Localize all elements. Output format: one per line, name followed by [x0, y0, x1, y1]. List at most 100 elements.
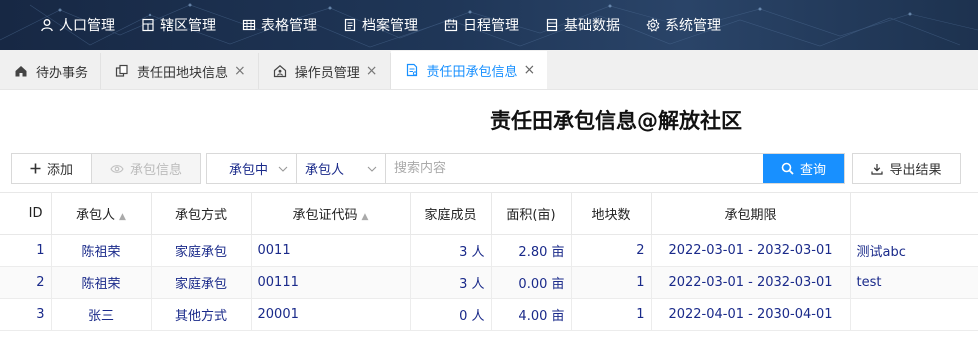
cell-note	[850, 298, 978, 331]
cell-plot-count: 1	[571, 298, 652, 331]
file-icon	[343, 18, 357, 32]
nav-item-district[interactable]: 辖区管理	[141, 15, 216, 35]
calendar-icon	[444, 18, 458, 32]
query-button[interactable]: 查询	[763, 154, 844, 183]
cell-note: 测试abc	[850, 234, 978, 267]
cell-id: 2	[0, 266, 52, 299]
column-header-contractor[interactable]: 承包人 ▲	[51, 192, 152, 235]
building-icon	[141, 18, 155, 32]
tab-contract-info[interactable]: 责任田承包信息 ×	[390, 51, 548, 89]
cell-contract-period: 2022-03-01 - 2032-03-01	[651, 234, 851, 267]
cell-contractor: 张三	[51, 298, 152, 331]
cell-id: 3	[0, 298, 52, 331]
cell-area: 2.80 亩	[491, 234, 572, 267]
toolbar: 添加 承包信息 承包中 承包人 查询	[0, 152, 978, 188]
nav-item-label: 表格管理	[261, 18, 317, 34]
nav-item-schedule[interactable]: 日程管理	[444, 15, 519, 35]
nav-item-archives[interactable]: 档案管理	[343, 15, 418, 35]
sort-icon[interactable]: ▲	[362, 212, 369, 222]
tab-land-plot-info[interactable]: 责任田地块信息 ×	[101, 53, 259, 89]
chevron-down-icon	[278, 162, 288, 175]
column-header-certificate-code[interactable]: 承包证代码 ▲	[251, 192, 411, 235]
nav-item-label: 基础数据	[564, 18, 620, 34]
nav-item-basic-data[interactable]: 基础数据	[545, 15, 620, 35]
tab-label: 待办事务	[36, 65, 89, 81]
field-filter-value: 承包人	[305, 163, 345, 178]
search-bar: 承包中 承包人 查询	[206, 153, 845, 184]
column-header-area: 面积(亩)	[491, 192, 572, 235]
nav-item-label: 辖区管理	[160, 18, 216, 34]
field-filter-select[interactable]: 承包人	[297, 154, 386, 183]
column-header-id: ID	[0, 192, 52, 235]
plus-icon	[30, 163, 41, 174]
tab-label: 操作员管理	[294, 65, 360, 81]
tab-label: 责任田承包信息	[426, 64, 518, 80]
cell-certificate-code: 0011	[251, 234, 411, 267]
cell-contract-period: 2022-04-01 - 2030-04-01	[651, 298, 851, 331]
contract-info-button[interactable]: 承包信息	[91, 153, 201, 184]
nav-item-label: 日程管理	[463, 18, 519, 34]
cell-area: 0.00 亩	[491, 266, 572, 299]
tab-strip: 待办事务 责任田地块信息 × 操作员管理 × 责任田承包信息 ×	[0, 50, 978, 90]
cell-method: 其他方式	[151, 298, 252, 331]
cell-area: 4.00 亩	[491, 298, 572, 331]
top-navigation: 人口管理 辖区管理 表格管理 档案管理 日程管理 基础数据 系统管理	[0, 0, 978, 50]
status-filter-select[interactable]: 承包中	[207, 154, 297, 183]
column-header-method: 承包方式	[151, 192, 252, 235]
cell-method: 家庭承包	[151, 234, 252, 267]
cell-certificate-code: 00111	[251, 266, 411, 299]
table-row[interactable]: 3 张三 其他方式 20001 0 人 4.00 亩 1 2022-04-01 …	[0, 298, 978, 331]
nav-item-population[interactable]: 人口管理	[40, 15, 115, 35]
query-button-label: 查询	[799, 163, 826, 178]
tab-todo[interactable]: 待办事务	[0, 53, 102, 89]
cell-plot-count: 1	[571, 266, 652, 299]
table-icon	[242, 18, 256, 32]
tab-operator-management[interactable]: 操作员管理 ×	[259, 53, 391, 89]
nav-item-tables[interactable]: 表格管理	[242, 15, 317, 35]
home-icon	[14, 64, 28, 78]
table-header-row: ID 承包人 ▲ 承包方式 承包证代码 ▲ 家庭成员 面积(亩) 地块数 承包期…	[0, 192, 978, 235]
column-header-contract-period: 承包期限	[651, 192, 851, 235]
download-icon	[871, 163, 884, 175]
nav-item-system[interactable]: 系统管理	[646, 15, 721, 35]
eye-icon	[110, 164, 124, 174]
cell-contractor: 陈祖荣	[51, 266, 152, 299]
page-title: 责任田承包信息@解放社区	[490, 109, 742, 133]
contract-info-button-label: 承包信息	[129, 163, 182, 178]
close-icon[interactable]: ×	[234, 63, 246, 79]
table-row[interactable]: 2 陈祖荣 家庭承包 00111 3 人 0.00 亩 1 2022-03-01…	[0, 266, 978, 299]
gear-icon	[646, 18, 660, 32]
chevron-down-icon	[367, 162, 377, 175]
cell-id: 1	[0, 234, 52, 267]
search-icon	[781, 162, 794, 175]
close-icon[interactable]: ×	[524, 62, 536, 78]
export-button-label: 导出结果	[889, 163, 942, 178]
search-input[interactable]	[386, 154, 763, 183]
user-icon	[40, 18, 54, 32]
copy-icon	[115, 64, 129, 78]
house-user-icon	[273, 64, 287, 78]
nav-item-label: 系统管理	[665, 18, 721, 34]
add-button-label: 添加	[46, 163, 73, 178]
tab-label: 责任田地块信息	[137, 65, 229, 81]
cell-family-members: 0 人	[410, 298, 492, 331]
cell-method: 家庭承包	[151, 266, 252, 299]
document-icon	[405, 63, 419, 77]
sort-icon[interactable]: ▲	[119, 212, 126, 222]
column-header-family-members: 家庭成员	[410, 192, 492, 235]
cell-certificate-code: 20001	[251, 298, 411, 331]
contract-table: ID 承包人 ▲ 承包方式 承包证代码 ▲ 家庭成员 面积(亩) 地块数 承包期…	[0, 192, 978, 331]
export-button[interactable]: 导出结果	[852, 153, 961, 184]
cell-family-members: 3 人	[410, 266, 492, 299]
column-header-note	[850, 192, 978, 235]
cell-plot-count: 2	[571, 234, 652, 267]
database-icon	[545, 18, 559, 32]
table-row[interactable]: 1 陈祖荣 家庭承包 0011 3 人 2.80 亩 2 2022-03-01 …	[0, 234, 978, 267]
close-icon[interactable]: ×	[366, 63, 378, 79]
status-filter-value: 承包中	[229, 163, 269, 178]
nav-item-label: 档案管理	[362, 18, 418, 34]
add-button[interactable]: 添加	[11, 153, 92, 184]
nav-item-label: 人口管理	[59, 18, 115, 34]
cell-contract-period: 2022-03-01 - 2032-03-01	[651, 266, 851, 299]
cell-contractor: 陈祖荣	[51, 234, 152, 267]
